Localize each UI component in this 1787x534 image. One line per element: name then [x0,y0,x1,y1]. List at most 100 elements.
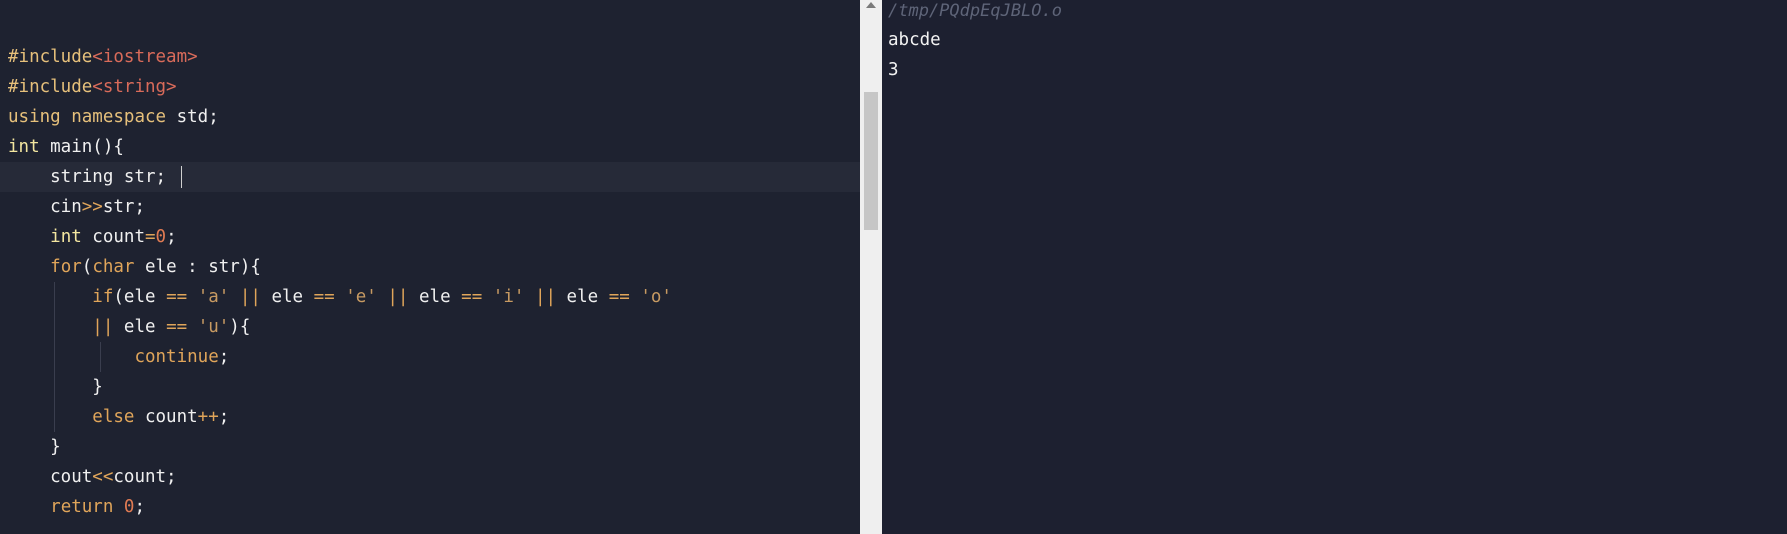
code-token: == [313,287,335,307]
output-file-path: /tmp/PQdpEqJBLO.o [888,1,1062,21]
code-token: ; [134,497,146,517]
code-line[interactable]: } [0,432,860,462]
code-token: ){ [229,317,251,337]
code-token: ( [81,257,93,277]
code-line[interactable]: || ele == 'u'){ [0,312,860,342]
code-token: return [50,497,114,517]
code-token: ele [260,287,314,307]
indent-guide [100,342,101,372]
code-line-text: #include<iostream> [8,42,198,72]
code-line-text: for(char ele : str){ [8,252,261,282]
code-line[interactable]: string str; [0,162,860,192]
code-line-text: int count=0; [8,222,177,252]
code-token: == [166,287,188,307]
code-token: ; [218,407,230,427]
code-token: ele : str){ [134,257,261,277]
code-line-text: cin>>str; [8,192,145,222]
code-token: #include [8,47,93,67]
code-line[interactable]: for(char ele : str){ [0,252,860,282]
code-token: 'u' [197,317,230,337]
code-line-text: } [8,432,61,462]
code-token: 'e' [345,287,377,307]
code-token: 0 [123,497,135,517]
code-line[interactable]: cout<<count; [0,462,860,492]
code-token: if [92,287,114,307]
code-line-text: return 0; [8,492,145,522]
code-token: || [239,287,261,307]
code-token: string str; [8,167,167,187]
code-token: ; [166,227,177,247]
code-line-text: cout<<count; [8,462,177,492]
code-token: = [144,227,156,247]
code-line[interactable]: #include<string> [0,72,860,102]
code-token: using [8,107,61,127]
code-token: std; [166,107,219,127]
code-token: == [166,317,188,337]
code-line[interactable]: else count++; [0,402,860,432]
code-token: } [8,437,61,457]
code-line-text: || ele == 'u'){ [8,312,250,342]
code-token: ; [218,347,230,367]
code-line[interactable]: cin>>str; [0,192,860,222]
code-token: == [608,287,630,307]
code-token: count [134,407,198,427]
indent-guide [54,282,55,432]
code-token: for [50,257,82,277]
code-line[interactable]: int count=0; [0,222,860,252]
code-line-text: if(ele == 'a' || ele == 'e' || ele == 'i… [8,282,672,312]
code-token: 'o' [640,287,672,307]
code-token: count; [113,467,177,487]
code-token: ++ [197,407,219,427]
code-line-text: else count++; [8,402,229,432]
code-token: (ele [113,287,167,307]
code-line-text: #include<string> [8,72,177,102]
code-token: else [92,407,135,427]
code-token: main(){ [39,137,124,157]
code-token: >> [81,197,103,217]
code-token: == [461,287,483,307]
code-line[interactable]: using namespace std; [0,102,860,132]
code-token: continue [134,347,219,367]
code-line[interactable]: } [0,372,860,402]
code-token: ele [408,287,462,307]
output-line: 3 [888,60,899,80]
code-token: 0 [155,227,167,247]
code-line-text: } [8,372,103,402]
code-token: cout [8,467,93,487]
code-token: || [534,287,557,307]
code-line[interactable]: int main(){ [0,132,860,162]
code-line[interactable]: continue; [0,342,860,372]
code-editor[interactable]: #include<iostream> #include<string> using … [0,0,860,534]
output-panel: /tmp/PQdpEqJBLO.o abcde 3 [882,0,1787,534]
code-token: char [92,257,135,277]
code-token: int [50,227,82,247]
code-line-text: continue; [8,342,229,372]
code-line[interactable]: if(ele == 'a' || ele == 'e' || ele == 'i… [0,282,860,312]
editor-scrollbar[interactable] [860,0,882,534]
code-token: 'a' [197,287,230,307]
code-line-text: string str; [8,162,166,192]
code-line[interactable]: return 0; [0,492,860,522]
code-line[interactable]: #include<iostream> [0,42,860,72]
code-token: str; [102,197,145,217]
code-token: int [8,137,40,157]
code-token: <string> [92,77,177,97]
code-line-text: using namespace std; [8,102,219,132]
code-token: ele [113,317,167,337]
code-token: count [81,227,145,247]
scrollbar-thumb[interactable] [864,92,878,230]
scroll-up-arrow-icon[interactable] [866,2,876,8]
